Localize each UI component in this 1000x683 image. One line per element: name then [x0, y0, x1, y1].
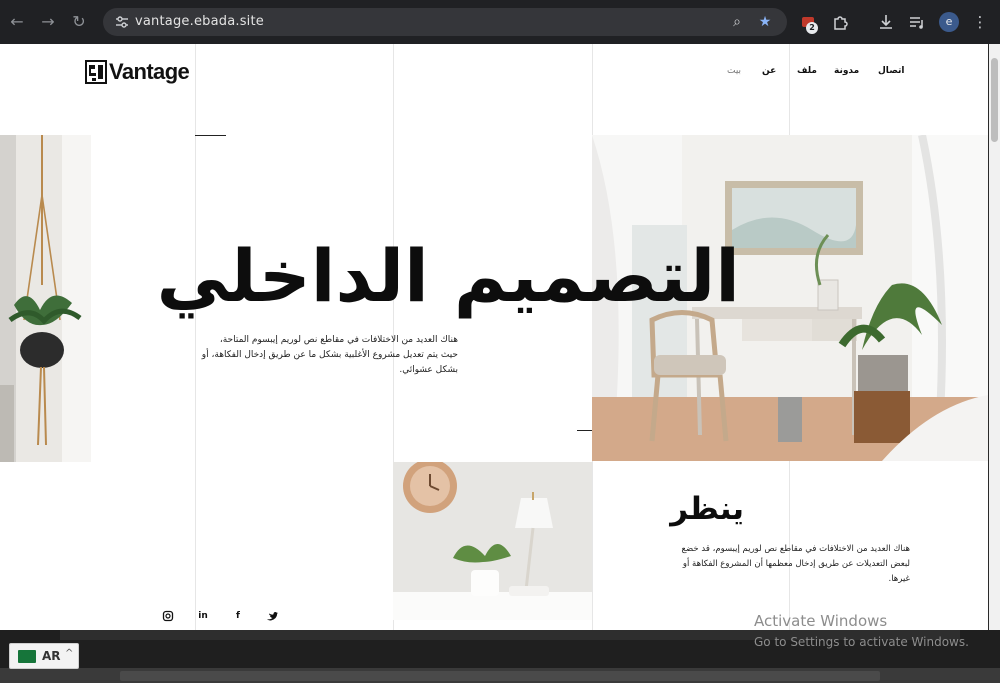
- web-page: Vantage اتصال مدونة ملف عن بيت التصميم ا…: [0, 44, 988, 630]
- language-code: AR: [42, 649, 61, 663]
- media-control-icon[interactable]: [906, 11, 928, 33]
- desk-lamp-image: [393, 462, 592, 620]
- site-logo[interactable]: Vantage: [85, 58, 190, 86]
- divider: [195, 135, 226, 136]
- bookmark-star-icon[interactable]: ★: [756, 13, 774, 31]
- logo-mark-icon: [85, 60, 107, 84]
- activate-windows-title: Activate Windows: [754, 612, 888, 630]
- flag-icon: [18, 650, 36, 663]
- url-text[interactable]: vantage.ebada.site: [135, 14, 264, 29]
- browser-toolbar: ← → ↻ vantage.ebada.site ⌕ ★ 2 e ⋮: [0, 0, 1000, 44]
- nav-file[interactable]: ملف: [797, 66, 817, 76]
- nav-contact[interactable]: اتصال: [878, 66, 905, 76]
- section-description: هناك العديد من الاختلافات في مقاطع نص لو…: [681, 544, 911, 584]
- kebab-menu-icon[interactable]: ⋮: [969, 11, 991, 33]
- nav-home[interactable]: بيت: [727, 66, 741, 76]
- scrollbar-thumb[interactable]: [991, 58, 998, 142]
- activate-windows-subtitle: Go to Settings to activate Windows.: [754, 635, 969, 649]
- chevron-up-icon: ^: [65, 648, 74, 659]
- hanging-plant-image: [0, 135, 91, 462]
- extension-badge: 2: [806, 22, 818, 34]
- address-bar[interactable]: vantage.ebada.site ⌕ ★: [103, 8, 787, 36]
- site-settings-icon[interactable]: [114, 14, 130, 30]
- linkedin-icon[interactable]: in: [196, 610, 210, 622]
- hero-description: هناك العديد من الاختلافات في مقاطع نص لو…: [201, 335, 458, 375]
- logo-text: Vantage: [109, 59, 190, 84]
- back-arrow-icon[interactable]: ←: [5, 10, 29, 34]
- hero-title: التصميم الداخلي: [156, 234, 742, 318]
- language-switcher[interactable]: AR ^: [9, 643, 79, 669]
- reload-icon[interactable]: ↻: [67, 10, 91, 34]
- instagram-icon[interactable]: [161, 610, 175, 622]
- puzzle-extensions-icon[interactable]: [829, 11, 851, 33]
- download-icon[interactable]: [875, 11, 897, 33]
- grid-line: [195, 44, 196, 630]
- forward-arrow-icon[interactable]: →: [36, 10, 60, 34]
- screen: ← → ↻ vantage.ebada.site ⌕ ★ 2 e ⋮ Vanta…: [0, 0, 1000, 683]
- zoom-search-icon[interactable]: ⌕: [728, 13, 746, 31]
- nav-about[interactable]: عن: [762, 66, 776, 76]
- page-scrollbar[interactable]: [989, 44, 1000, 630]
- nav-blog[interactable]: مدونة: [834, 66, 859, 76]
- facebook-icon[interactable]: f: [231, 610, 245, 622]
- section-title: ينظر: [670, 491, 744, 527]
- twitter-icon[interactable]: [265, 610, 279, 622]
- profile-avatar[interactable]: e: [939, 12, 959, 32]
